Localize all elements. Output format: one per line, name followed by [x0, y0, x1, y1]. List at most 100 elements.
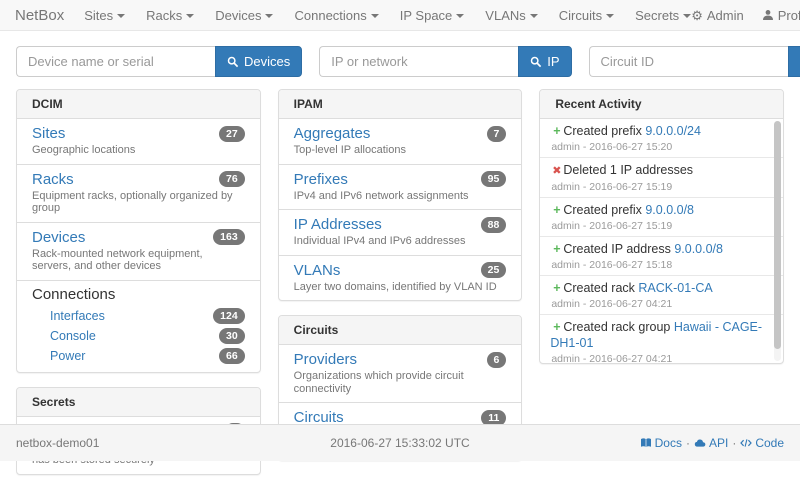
code-link[interactable]: Code	[740, 436, 784, 450]
code-label: Code	[755, 436, 784, 450]
nav-item-label: Devices	[215, 8, 261, 23]
panel-item-link[interactable]: Providers	[294, 351, 357, 368]
dcim-panel: DCIM Sites 27 Geographic locations Racks	[16, 89, 261, 373]
ip-search-group: IP	[319, 46, 571, 77]
connection-link[interactable]: Power	[50, 349, 85, 363]
activity-object-link[interactable]: RACK-01-CA	[638, 281, 712, 295]
panel-item-link[interactable]: VLANs	[294, 262, 341, 279]
panel-item-desc: Geographic locations	[32, 144, 245, 157]
ip-search-input[interactable]	[319, 46, 518, 77]
brand-logo[interactable]: NetBox	[15, 7, 64, 24]
activity-action: Created rack	[563, 281, 635, 295]
ip-search-button[interactable]: IP	[518, 46, 571, 77]
panel-item-link[interactable]: Devices	[32, 229, 85, 246]
main-menu: Sites Racks Devices Connections IP Space…	[84, 8, 691, 23]
plus-icon	[550, 123, 563, 139]
book-icon	[640, 437, 652, 449]
circuits-panel-title: Circuits	[279, 316, 522, 345]
activity-action: Created prefix	[563, 124, 642, 138]
nav-item-circuits[interactable]: Circuits	[559, 8, 614, 23]
activity-meta: admin - 2016-06-27 04:21	[551, 298, 767, 310]
circuit-search-group: Circuits	[589, 46, 800, 77]
top-navbar: NetBox Sites Racks Devices Connections I…	[0, 0, 800, 31]
count-badge: 25	[481, 262, 507, 278]
separator: ·	[732, 436, 736, 450]
panel-item: Providers 6 Organizations which provide …	[279, 345, 522, 402]
activity-action: Created prefix	[563, 203, 642, 217]
remove-icon	[550, 162, 563, 179]
circuit-search-input[interactable]	[589, 46, 788, 77]
activity-meta: admin - 2016-06-27 15:19	[551, 220, 767, 232]
ip-search-button-label: IP	[547, 54, 559, 69]
panel-item-link[interactable]: Prefixes	[294, 171, 348, 188]
secrets-panel-title: Secrets	[17, 388, 260, 417]
search-icon	[530, 56, 542, 68]
connection-link[interactable]: Console	[50, 329, 96, 343]
panel-item-desc: Rack-mounted network equipment, servers,…	[32, 248, 245, 273]
device-search-button-label: Devices	[244, 54, 290, 69]
device-search-input[interactable]	[16, 46, 215, 77]
profile-link[interactable]: Profile	[762, 8, 800, 23]
footer: netbox-demo01 2016-06-27 15:33:02 UTC Do…	[0, 424, 800, 461]
gear-icon: ⚙	[691, 9, 703, 22]
circuit-search-button[interactable]: Circuits	[788, 46, 800, 77]
activity-item: Created prefix 9.0.0.0/8 admin - 2016-06…	[540, 198, 783, 237]
scrollbar-track[interactable]	[774, 121, 781, 361]
api-link[interactable]: API	[694, 436, 728, 450]
nav-item-racks[interactable]: Racks	[146, 8, 194, 23]
count-badge: 95	[481, 171, 507, 187]
activity-meta: admin - 2016-06-27 15:20	[551, 141, 767, 153]
device-search-button[interactable]: Devices	[215, 46, 302, 77]
docs-link[interactable]: Docs	[640, 436, 682, 450]
panel-item-desc: Layer two domains, identified by VLAN ID	[294, 281, 507, 294]
connections-title: Connections	[32, 286, 245, 304]
panel-item-link[interactable]: IP Addresses	[294, 216, 382, 233]
nav-item-sites[interactable]: Sites	[84, 8, 125, 23]
activity-list: Created prefix 9.0.0.0/24 admin - 2016-0…	[540, 119, 783, 363]
nav-item-devices[interactable]: Devices	[215, 8, 273, 23]
nav-item-label: IP Space	[400, 8, 453, 23]
profile-label: Profile	[778, 8, 800, 23]
recent-activity-title: Recent Activity	[540, 90, 783, 119]
panel-item: IP Addresses 88 Individual IPv4 and IPv6…	[279, 209, 522, 255]
nav-item-label: VLANs	[485, 8, 525, 23]
chevron-down-icon	[683, 14, 691, 18]
activity-meta: admin - 2016-06-27 15:18	[551, 259, 767, 271]
ipam-panel-title: IPAM	[279, 90, 522, 119]
nav-item-ip-space[interactable]: IP Space	[400, 8, 465, 23]
panel-item-link[interactable]: Racks	[32, 171, 74, 188]
panel-item-desc: Organizations which provide circuit conn…	[294, 370, 507, 395]
activity-item: Deleted 1 IP addresses admin - 2016-06-2…	[540, 158, 783, 198]
activity-item: Created prefix 9.0.0.0/24 admin - 2016-0…	[540, 119, 783, 158]
dcim-panel-title: DCIM	[17, 90, 260, 119]
separator: ·	[686, 436, 690, 450]
scrollbar-thumb[interactable]	[774, 121, 781, 349]
panel-item-link[interactable]: Aggregates	[294, 125, 371, 142]
connection-link[interactable]: Interfaces	[50, 309, 105, 323]
user-icon	[762, 9, 774, 21]
nav-item-connections[interactable]: Connections	[294, 8, 378, 23]
panel-item: Sites 27 Geographic locations	[17, 119, 260, 164]
panel-item: Racks 76 Equipment racks, optionally org…	[17, 164, 260, 222]
panel-item: Devices 163 Rack-mounted network equipme…	[17, 222, 260, 280]
count-badge: 76	[219, 171, 245, 187]
activity-object-link[interactable]: 9.0.0.0/8	[674, 242, 723, 256]
footer-links: Docs · API · Code	[640, 436, 784, 450]
code-icon	[740, 437, 752, 449]
activity-action: Deleted 1 IP addresses	[563, 163, 693, 177]
activity-action: Created rack group	[563, 320, 670, 334]
activity-object-link[interactable]: 9.0.0.0/8	[645, 203, 694, 217]
activity-action: Created IP address	[563, 242, 670, 256]
chevron-down-icon	[530, 14, 538, 18]
panel-item-link[interactable]: Sites	[32, 125, 65, 142]
admin-link[interactable]: ⚙ Admin	[691, 8, 744, 23]
chevron-down-icon	[371, 14, 379, 18]
activity-item: Created rack RACK-01-CA admin - 2016-06-…	[540, 276, 783, 315]
nav-item-secrets[interactable]: Secrets	[635, 8, 691, 23]
nav-item-vlans[interactable]: VLANs	[485, 8, 537, 23]
nav-item-label: Racks	[146, 8, 182, 23]
connection-item: Console 30	[32, 326, 245, 346]
activity-object-link[interactable]: 9.0.0.0/24	[645, 124, 701, 138]
admin-label: Admin	[707, 8, 744, 23]
connections-section: Connections Interfaces 124 Console 30	[17, 280, 260, 372]
